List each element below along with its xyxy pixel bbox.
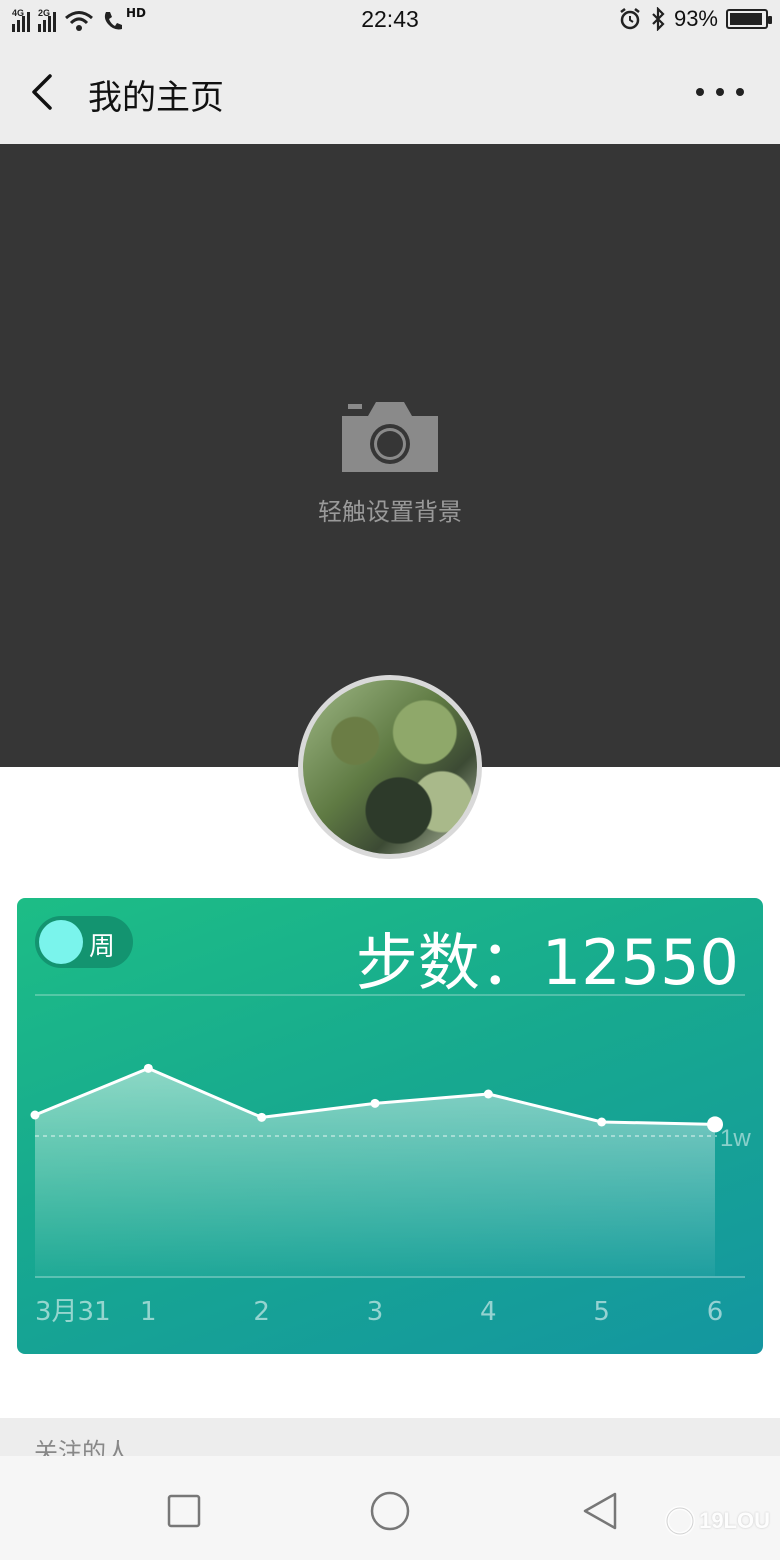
more-dot [736, 88, 744, 96]
battery-percent: 93% [673, 6, 718, 31]
home-button[interactable] [365, 1486, 415, 1536]
square-icon [167, 1494, 201, 1528]
triangle-back-icon [583, 1492, 617, 1530]
chart-x-label: 2 [253, 1297, 270, 1327]
toggle-knob [39, 920, 83, 964]
chart-x-label: 3月31 [35, 1297, 111, 1327]
status-bar: 4G 2G HD 22:43 93% [0, 0, 780, 40]
avatar[interactable] [298, 675, 482, 859]
alarm-icon [620, 8, 640, 30]
steps-count: 步数：12550 [356, 912, 739, 1002]
chart-x-label: 3 [367, 1297, 384, 1327]
back-nav-button[interactable] [575, 1486, 625, 1536]
more-button[interactable] [696, 80, 744, 104]
cover-hint: 轻触设置背景 [318, 498, 462, 526]
chart-point [30, 1110, 40, 1120]
chart-x-label: 5 [593, 1297, 610, 1327]
more-dot [716, 88, 724, 96]
chart-point [483, 1089, 493, 1099]
steps-card[interactable]: 1w 3月31 1 2 3 4 5 6 周 步数：12550 [17, 898, 763, 1354]
page-title: 我的主页 [88, 78, 224, 118]
chart-x-label: 4 [480, 1297, 497, 1327]
watermark-text: 19LOU [699, 1508, 770, 1533]
steps-separator: ： [479, 926, 542, 999]
chevron-left-icon [32, 74, 52, 110]
watermark-logo-icon [665, 1506, 696, 1536]
toggle-label: 周 [89, 932, 116, 962]
circle-icon [370, 1491, 410, 1531]
steps-prefix: 步数 [355, 926, 480, 999]
battery-level-fill [730, 13, 762, 25]
following-section[interactable]: 关注的人 [0, 1418, 780, 1458]
bluetooth-icon [652, 7, 665, 31]
status-right: 93% [618, 6, 772, 32]
chart-reference-label: 1w [720, 1125, 751, 1152]
title-bar: 我的主页 [0, 40, 780, 144]
watermark: 19LOU [663, 1504, 770, 1538]
chart-x-label: 1 [140, 1297, 157, 1327]
back-button[interactable] [24, 68, 64, 116]
cover-background[interactable]: 轻触设置背景 [0, 144, 780, 767]
chart-point [597, 1117, 607, 1127]
chart-point [143, 1063, 153, 1073]
camera-icon [342, 402, 438, 472]
system-nav-bar: 19LOU [0, 1456, 780, 1560]
battery-icon [726, 9, 772, 29]
chart-point [707, 1116, 723, 1133]
avatar-image [303, 680, 477, 854]
period-toggle[interactable]: 周 [35, 916, 133, 968]
steps-value: 12550 [541, 926, 739, 999]
chart-point [257, 1112, 267, 1122]
more-dots-icon [696, 88, 704, 96]
chart-x-label: 6 [707, 1297, 724, 1327]
chart-point [370, 1098, 380, 1108]
recents-button[interactable] [159, 1486, 209, 1536]
following-label: 关注的人 [34, 1438, 130, 1458]
